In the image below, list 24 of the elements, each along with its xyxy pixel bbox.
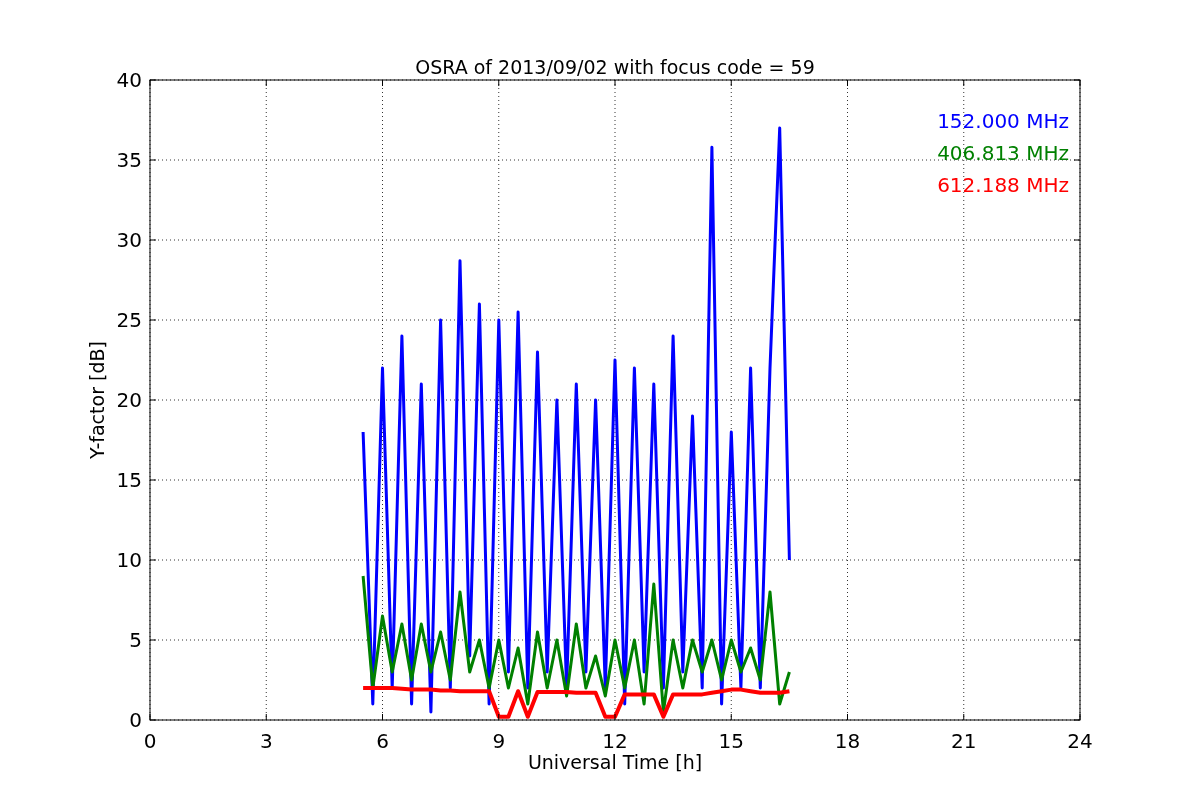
legend-label: 152.000 MHz xyxy=(937,109,1069,133)
y-axis-label: Y-factor [dB] xyxy=(86,341,108,459)
x-tick-label: 15 xyxy=(718,729,744,753)
chart-title: OSRA of 2013/09/02 with focus code = 59 xyxy=(415,56,815,78)
y-tick-label: 15 xyxy=(116,468,142,492)
x-tick-label: 0 xyxy=(143,729,157,753)
y-tick-label: 20 xyxy=(116,388,142,412)
x-tick-label: 9 xyxy=(492,729,506,753)
x-tick-label: 6 xyxy=(376,729,389,753)
legend-label: 406.813 MHz xyxy=(937,141,1069,165)
y-tick-label: 0 xyxy=(129,708,142,732)
x-tick-label: 21 xyxy=(951,729,977,753)
y-tick-label: 10 xyxy=(116,548,142,572)
y-tick-label: 35 xyxy=(116,148,142,172)
x-tick-label: 12 xyxy=(602,729,628,753)
x-axis-label: Universal Time [h] xyxy=(527,751,703,773)
y-tick-label: 5 xyxy=(129,628,142,652)
legend-label: 612.188 MHz xyxy=(937,173,1069,197)
x-tick-label: 3 xyxy=(259,729,273,753)
y-tick-label: 30 xyxy=(116,228,142,252)
y-tick-label: 25 xyxy=(116,308,142,332)
y-tick-label: 40 xyxy=(116,68,142,92)
x-tick-label: 24 xyxy=(1067,729,1093,753)
x-tick-label: 18 xyxy=(834,729,861,753)
